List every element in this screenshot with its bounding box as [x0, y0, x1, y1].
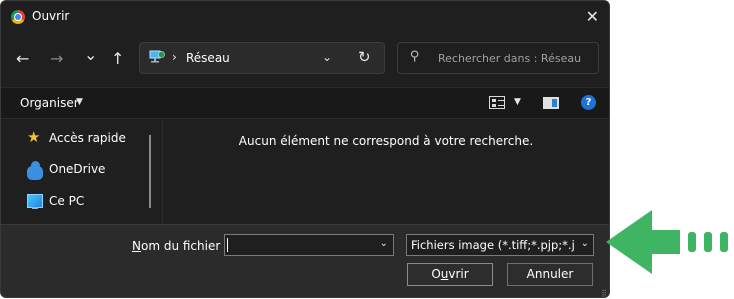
- cloud-icon: [27, 161, 43, 180]
- cancel-button[interactable]: Annuler: [507, 263, 593, 286]
- refresh-icon[interactable]: ↻: [358, 48, 371, 66]
- view-options-caret-icon[interactable]: ▼: [514, 97, 521, 107]
- view-options-icon[interactable]: [489, 96, 505, 109]
- sidebar-scrollbar[interactable]: [149, 135, 151, 208]
- organize-menu-button[interactable]: Organiser: [20, 96, 79, 110]
- left-pointing-arrow-icon: [606, 210, 728, 274]
- file-type-select[interactable]: Fichiers image (*.tiff;*.pjp;*.jfif;* ⌄: [406, 234, 594, 256]
- chrome-icon: [11, 10, 25, 24]
- forward-arrow-icon[interactable]: →: [50, 49, 63, 68]
- search-placeholder: Rechercher dans : Réseau: [438, 52, 582, 65]
- open-file-dialog: Ouvrir ✕ ← → ⌄ ↑ › Réseau ⌄ ↻ ⚲ Recherch…: [0, 0, 610, 298]
- sidebar-item-label: OneDrive: [49, 162, 106, 176]
- address-dropdown-icon[interactable]: ⌄: [322, 50, 332, 64]
- preview-pane-icon[interactable]: [543, 97, 559, 109]
- breadcrumb-separator-icon[interactable]: ›: [172, 50, 177, 64]
- resize-grip-icon[interactable]: ⣿: [601, 289, 607, 297]
- dialog-footer: Nom du fichier : ⌄ Fichiers image (*.tif…: [1, 224, 609, 297]
- recent-locations-chevron-icon[interactable]: ⌄: [84, 45, 97, 64]
- window-title: Ouvrir: [32, 9, 70, 23]
- search-input[interactable]: ⚲ Rechercher dans : Réseau: [397, 42, 599, 74]
- file-type-value: Fichiers image (*.tiff;*.pjp;*.jfif;*: [411, 238, 574, 252]
- file-type-dropdown-icon[interactable]: ⌄: [578, 238, 589, 249]
- sidebar-item-label: Ce PC: [49, 194, 85, 208]
- text-caret: [227, 238, 228, 252]
- sidebar-item-label: Accès rapide: [49, 131, 126, 145]
- filename-label: Nom du fichier :: [132, 239, 229, 253]
- back-arrow-icon[interactable]: ←: [16, 49, 29, 68]
- search-icon: ⚲: [410, 49, 420, 64]
- navigation-pane: ★ Accès rapide OneDrive Ce PC: [1, 118, 162, 224]
- network-icon: [149, 50, 165, 63]
- help-icon[interactable]: ?: [581, 95, 596, 110]
- command-toolbar: Organiser ▼ ▼ ?: [1, 87, 609, 119]
- title-bar: Ouvrir ✕: [1, 1, 609, 33]
- close-icon[interactable]: ✕: [586, 7, 599, 26]
- empty-results-message: Aucun élément ne correspond à votre rech…: [238, 134, 534, 148]
- filename-input[interactable]: ⌄: [224, 234, 394, 256]
- open-button[interactable]: Ouvrir: [407, 263, 493, 286]
- filename-dropdown-icon[interactable]: ⌄: [380, 238, 388, 249]
- computer-icon: [27, 194, 43, 209]
- breadcrumb-location[interactable]: Réseau: [186, 51, 230, 65]
- address-bar[interactable]: › Réseau ⌄ ↻: [139, 42, 385, 74]
- organize-caret-icon[interactable]: ▼: [76, 97, 83, 107]
- star-icon: ★: [27, 128, 41, 146]
- up-arrow-icon[interactable]: ↑: [111, 49, 124, 68]
